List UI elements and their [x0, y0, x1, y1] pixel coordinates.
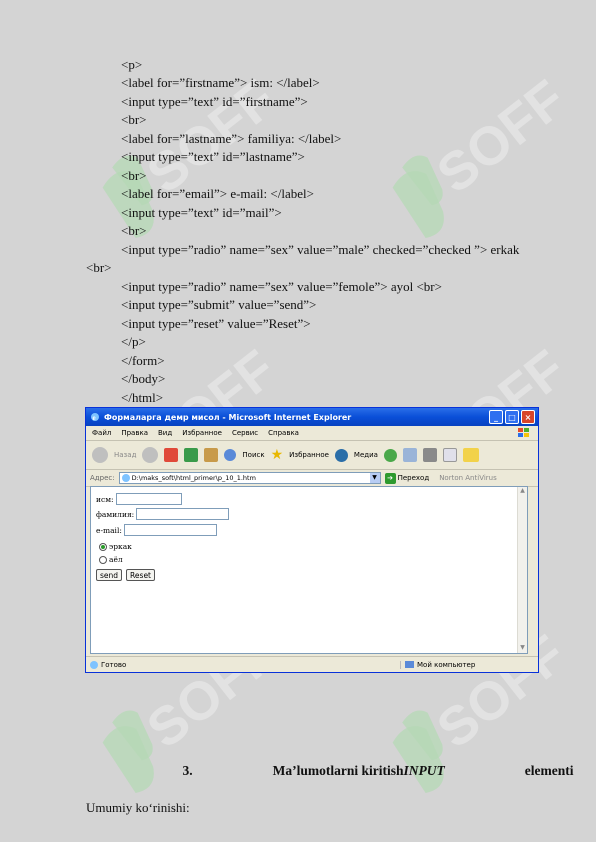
radio-male-row: эркак — [99, 542, 132, 551]
section-heading: 3. Ma’lumotlarni kiritish INPUT elementi — [0, 763, 596, 779]
zone-text: Мой компьютер — [417, 660, 476, 669]
scroll-up-icon[interactable]: ▲ — [518, 487, 527, 496]
firstname-row: исм: — [96, 493, 182, 505]
maximize-icon[interactable]: □ — [505, 410, 519, 424]
ie-logo-icon: e — [91, 413, 99, 422]
refresh-icon[interactable] — [184, 448, 199, 462]
address-value: D:\maks_soft\html_primer\p_10_1.htm — [131, 474, 256, 482]
code-line: <input type=”text” id=”lastname”> — [121, 149, 305, 164]
print-icon[interactable] — [422, 448, 437, 462]
search-icon[interactable] — [224, 449, 237, 461]
menu-favorites[interactable]: Избранное — [182, 429, 222, 437]
email-label: e-mail: — [96, 525, 122, 535]
search-button[interactable]: Поиск — [242, 451, 264, 459]
vertical-scrollbar[interactable]: ▲ ▼ — [517, 487, 527, 653]
status-text: Готово — [101, 660, 127, 669]
media-icon[interactable] — [334, 448, 348, 462]
go-button[interactable]: ➔ Переход — [384, 472, 430, 484]
watermark-text: SOFF — [426, 69, 576, 205]
document-page: SOFF SOFF SOFF SOFF <p> <label for=”firs… — [0, 0, 596, 842]
code-line: </html> — [121, 390, 164, 405]
chevron-down-icon[interactable]: ▼ — [369, 473, 380, 483]
code-line: </p> — [121, 334, 146, 349]
radio-male-label: эркак — [109, 542, 132, 551]
radio-female-row: аёл — [99, 555, 123, 564]
code-line: <br> — [86, 260, 112, 275]
section-number: 3. — [182, 763, 193, 778]
folder-icon[interactable] — [462, 448, 479, 462]
edit-word-icon[interactable] — [442, 448, 457, 462]
media-button[interactable]: Медиа — [354, 451, 378, 459]
browser-toolbar: Назад Поиск ★ Избранное Медиа — [86, 441, 538, 470]
history-icon[interactable] — [383, 448, 397, 462]
menu-bar: Файл Правка Вид Избранное Сервис Справка — [86, 426, 538, 441]
watermark-logo: SOFF — [365, 60, 585, 250]
browser-title-bar: e Формаларга демр мисол - Microsoft Inte… — [86, 408, 538, 426]
code-line: <br> — [121, 112, 147, 127]
code-line: <br> — [121, 168, 147, 183]
code-line: <br> — [121, 223, 147, 238]
code-line: <input type=”radio” name=”sex” value=”fe… — [121, 279, 442, 294]
section-title-italic: INPUT — [403, 763, 445, 778]
menu-help[interactable]: Справка — [268, 429, 299, 437]
code-line: <input type=”text” id=”firstname”> — [121, 94, 308, 109]
back-button[interactable]: Назад — [114, 451, 136, 459]
antivirus-label[interactable]: Norton AntiVirus — [439, 474, 497, 482]
code-line: <label for=”lastname”> familiya: </label… — [121, 131, 342, 146]
back-arrow-icon[interactable] — [92, 447, 108, 463]
code-line: <input type=”submit” value=”send”> — [121, 297, 317, 312]
favorites-button[interactable]: Избранное — [289, 451, 329, 459]
page-viewport: исм: фамилия: e-mail: эркак аёл send Res… — [90, 486, 528, 654]
go-label: Переход — [397, 474, 430, 482]
radio-female-label: аёл — [109, 555, 123, 564]
firstname-input[interactable] — [115, 493, 182, 505]
radio-male[interactable] — [99, 542, 107, 551]
radio-female[interactable] — [99, 555, 107, 564]
favorites-star-icon[interactable]: ★ — [271, 448, 284, 462]
code-line: </body> — [121, 371, 166, 386]
code-line: <input type=”reset” value=”Reset”> — [121, 316, 311, 331]
section-title-end: elementi — [524, 763, 574, 778]
home-icon[interactable] — [204, 448, 219, 462]
code-line: <label for=”firstname”> ism: </label> — [121, 75, 320, 90]
code-line: <input type=”text” id=”mail”> — [121, 205, 282, 220]
page-icon — [121, 474, 130, 482]
address-bar: Адрес: D:\maks_soft\html_primer\p_10_1.h… — [86, 470, 538, 487]
forward-arrow-icon[interactable] — [142, 447, 159, 463]
section-title-start: Ma’lumotlarni kiritish — [272, 763, 404, 778]
code-line: <label for=”email”> e-mail: </label> — [121, 186, 314, 201]
email-input[interactable] — [123, 524, 217, 536]
lastname-label: фамилия: — [96, 509, 135, 519]
svg-text:e: e — [93, 414, 96, 422]
browser-title: Формаларга демр мисол - Microsoft Intern… — [104, 412, 352, 422]
buttons-row: send Reset — [96, 569, 155, 581]
scroll-down-icon[interactable]: ▼ — [518, 644, 527, 653]
code-line: </form> — [121, 353, 165, 368]
address-input[interactable]: D:\maks_soft\html_primer\p_10_1.htm ▼ — [118, 472, 381, 484]
reset-button[interactable]: Reset — [126, 569, 155, 581]
windows-flag-icon — [518, 428, 529, 437]
stop-icon[interactable] — [164, 448, 179, 462]
intro-text: Umumiy ko‘rinishi: — [86, 800, 190, 815]
browser-screenshot: e Формаларга демр мисол - Microsoft Inte… — [85, 407, 539, 673]
minimize-icon[interactable]: _ — [489, 410, 503, 424]
menu-edit[interactable]: Правка — [121, 429, 148, 437]
menu-view[interactable]: Вид — [158, 429, 172, 437]
lastname-input[interactable] — [136, 508, 230, 520]
address-label: Адрес: — [90, 474, 115, 482]
menu-tools[interactable]: Сервис — [232, 429, 258, 437]
code-line: <p> — [121, 57, 143, 72]
firstname-label: исм: — [96, 494, 114, 504]
lastname-row: фамилия: — [96, 508, 230, 520]
computer-icon — [405, 661, 414, 668]
page-done-icon — [90, 660, 98, 669]
code-line: <input type=”radio” name=”sex” value=”ma… — [121, 242, 520, 257]
mail-icon[interactable] — [402, 448, 417, 462]
menu-file[interactable]: Файл — [92, 429, 111, 437]
email-row: e-mail: — [96, 524, 217, 536]
close-icon[interactable]: × — [521, 410, 535, 424]
go-arrow-icon: ➔ — [384, 472, 396, 484]
send-button[interactable]: send — [96, 569, 123, 581]
status-bar: Готово Мой компьютер — [86, 656, 538, 672]
